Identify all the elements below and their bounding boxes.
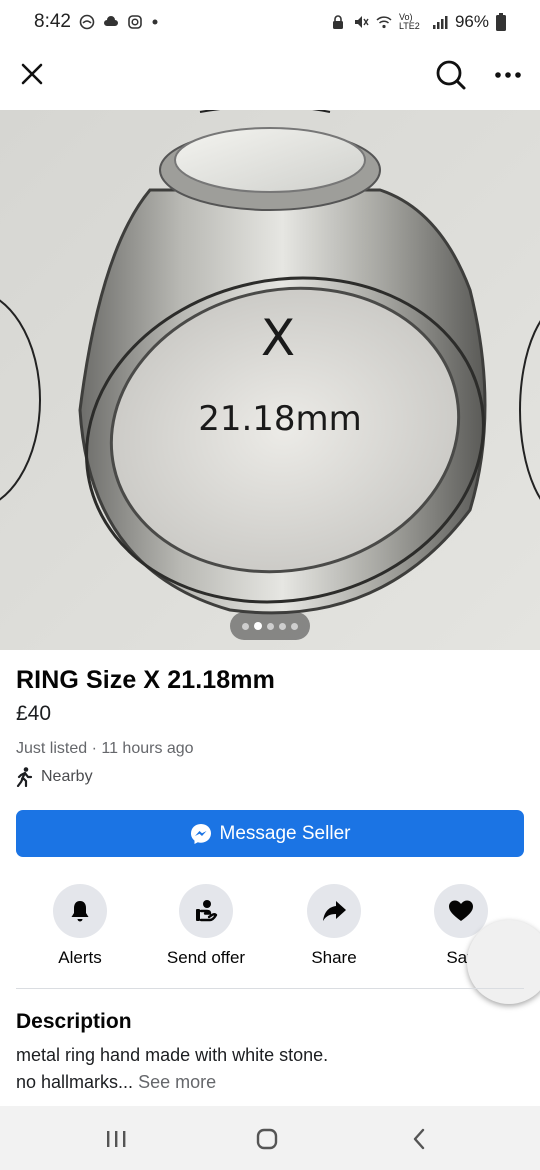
location-label: Nearby <box>41 768 93 785</box>
message-seller-label: Message Seller <box>219 822 351 844</box>
offer-icon <box>196 900 218 922</box>
listed-time: Just listed · 11 hours ago <box>16 740 194 757</box>
description-line-2: no hallmarks... See more <box>16 1069 526 1096</box>
recents-button[interactable] <box>101 1124 131 1154</box>
battery-icon <box>496 13 506 31</box>
heart-icon <box>449 900 473 921</box>
lock-icon <box>332 15 343 29</box>
carousel-dot-active <box>254 622 262 630</box>
send-offer-button[interactable]: Send offer <box>151 884 261 968</box>
action-row: Alerts Send offer Share Sav <box>0 884 540 974</box>
share-icon <box>323 901 346 921</box>
app-notification-icon <box>79 14 95 30</box>
divider <box>16 988 524 989</box>
carousel-indicator[interactable] <box>230 612 310 640</box>
description-text: metal ring hand made with white stone. n… <box>16 1042 526 1096</box>
back-icon <box>413 1128 425 1150</box>
carousel-dot <box>267 622 274 630</box>
ring-image: X 21.18mm <box>0 110 540 650</box>
network-type: Vo) LTE2 <box>398 12 420 31</box>
alerts-circle <box>53 884 107 938</box>
home-icon <box>256 1128 278 1150</box>
clock: 8:42 <box>34 11 71 32</box>
dot-icon <box>152 19 158 25</box>
top-bar <box>0 44 540 110</box>
message-seller-button[interactable]: Message Seller <box>16 810 524 857</box>
location-row[interactable]: Nearby <box>16 767 93 787</box>
home-button[interactable] <box>252 1124 282 1154</box>
share-label: Share <box>311 948 357 967</box>
instagram-icon <box>128 15 142 29</box>
photo-label-mm: 21.18mm <box>198 399 362 439</box>
listing-photo[interactable]: X 21.18mm <box>0 110 540 650</box>
battery-percent: 96% <box>454 12 489 31</box>
bell-icon <box>71 901 89 922</box>
listing-price: £40 <box>16 702 52 725</box>
system-nav-bar <box>0 1106 540 1170</box>
carousel-dot <box>242 622 249 630</box>
share-button[interactable]: Share <box>279 884 389 968</box>
description-line-2-text: no hallmarks... <box>16 1072 134 1092</box>
cloud-icon <box>103 16 118 26</box>
description-line-1: metal ring hand made with white stone. <box>16 1045 329 1065</box>
description-heading: Description <box>16 1010 132 1033</box>
status-right: Vo) LTE2 96% <box>330 12 506 32</box>
status-bar: 8:42 Vo) LTE2 96% <box>0 0 540 44</box>
more-icon <box>495 72 521 78</box>
search-icon <box>436 60 466 90</box>
status-left: 8:42 <box>34 11 159 33</box>
floating-assist-button[interactable] <box>467 920 540 1004</box>
alerts-button[interactable]: Alerts <box>25 884 135 968</box>
carousel-dot <box>279 622 286 630</box>
alerts-label: Alerts <box>58 948 102 967</box>
mute-icon <box>354 16 369 28</box>
signal-icon <box>432 16 448 29</box>
wifi-icon <box>376 16 392 29</box>
close-icon <box>21 63 43 85</box>
back-button[interactable] <box>404 1124 434 1154</box>
send-offer-label: Send offer <box>166 948 246 967</box>
search-button[interactable] <box>432 56 470 94</box>
close-button[interactable] <box>14 56 50 92</box>
see-more-link[interactable]: See more <box>138 1072 216 1092</box>
listing-title: RING Size X 21.18mm <box>16 666 275 694</box>
recents-icon <box>107 1131 126 1147</box>
carousel-dot <box>291 622 298 630</box>
photo-label-size: X <box>261 309 295 367</box>
send-offer-circle <box>179 884 233 938</box>
messenger-icon <box>190 823 211 844</box>
walking-icon <box>16 767 33 787</box>
more-button[interactable] <box>490 56 526 94</box>
share-circle <box>307 884 361 938</box>
